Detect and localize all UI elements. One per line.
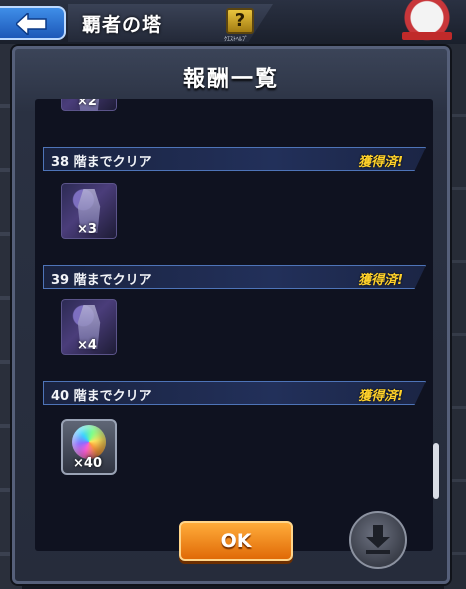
screen-title: 覇者の塔 — [82, 14, 163, 36]
reward-row-header: 38 階までクリア 獲得済! — [43, 147, 426, 171]
back-arrow-icon — [16, 13, 47, 35]
help-icon[interactable]: ? — [226, 8, 254, 34]
reward-row-header: 39 階までクリア 獲得済! — [43, 265, 426, 289]
reward-quantity: ×40 — [73, 456, 102, 471]
reward-status: 獲得済! — [358, 273, 403, 288]
reward-list-modal: 報酬一覧 ×2 38 階までクリア 獲得済! ×3 39 階までクリア 獲得済!… — [12, 46, 450, 584]
reward-item-orb[interactable]: ×40 — [61, 419, 117, 475]
reward-list[interactable]: ×2 38 階までクリア 獲得済! ×3 39 階までクリア 獲得済! ×4 4… — [35, 99, 433, 551]
avatar-stripe — [402, 32, 452, 40]
back-button[interactable] — [0, 6, 66, 40]
reward-status: 獲得済! — [358, 389, 403, 404]
reward-quantity: ×3 — [77, 222, 97, 237]
help-caption: ｸｴｽﾄﾍﾙﾌﾟ — [224, 36, 249, 43]
ok-button[interactable]: OK — [179, 521, 293, 561]
modal-title: 報酬一覧 — [182, 67, 279, 92]
reward-condition: 38 階までクリア — [51, 155, 152, 170]
reward-quantity: ×4 — [77, 338, 97, 353]
reward-status: 獲得済! — [358, 155, 403, 170]
scrollbar[interactable] — [433, 443, 439, 499]
reward-condition: 39 階までクリア — [51, 273, 152, 288]
reward-item: ×2 — [61, 99, 117, 111]
reward-item[interactable]: ×3 — [61, 183, 117, 239]
reward-item[interactable]: ×4 — [61, 299, 117, 355]
reward-row-header: 40 階までクリア 獲得済! — [43, 381, 426, 405]
reward-quantity: ×2 — [77, 99, 97, 109]
orb-icon — [72, 425, 106, 459]
avatar[interactable] — [396, 0, 458, 44]
top-bar: 覇者の塔 ? ｸｴｽﾄﾍﾙﾌﾟ — [0, 0, 466, 44]
reward-condition: 40 階までクリア — [51, 389, 152, 404]
download-button[interactable] — [349, 511, 407, 569]
download-icon — [366, 525, 390, 554]
